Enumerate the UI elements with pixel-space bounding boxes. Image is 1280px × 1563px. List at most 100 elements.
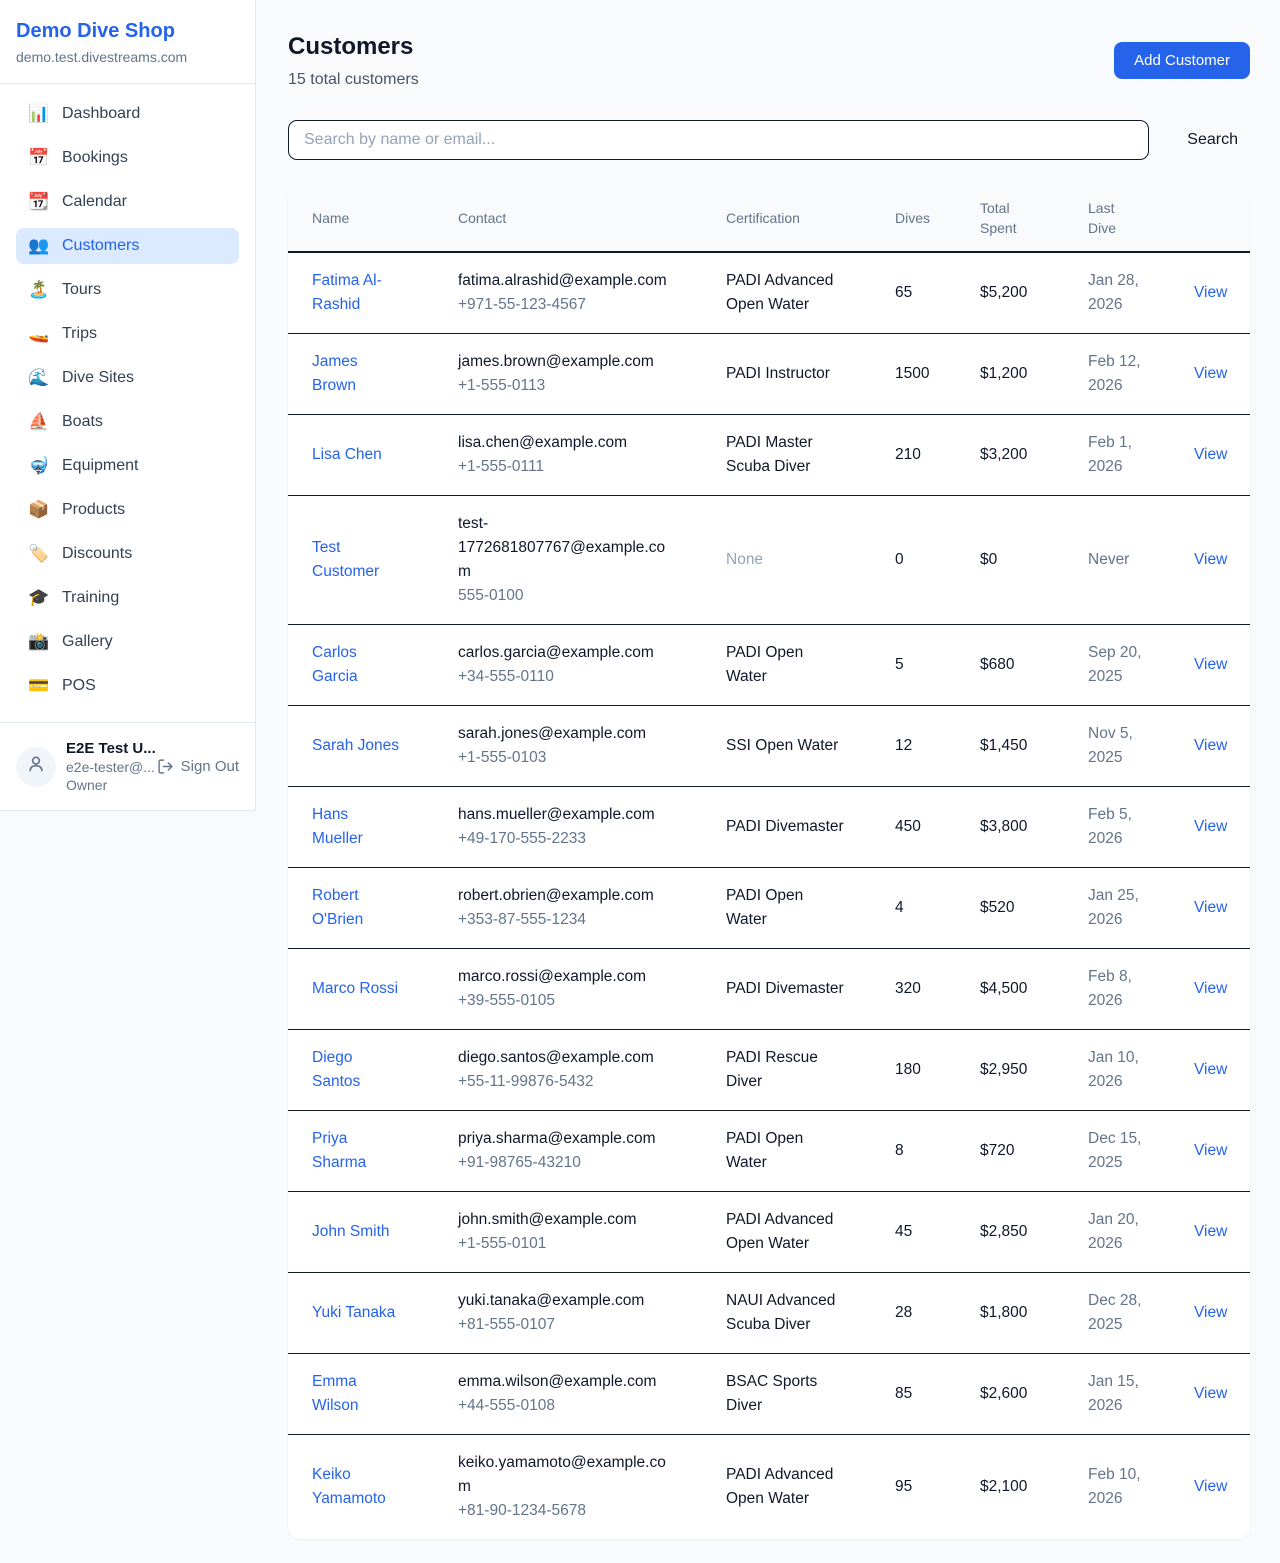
customer-name-link[interactable]: Marco Rossi (312, 977, 398, 1001)
contact-cell: john.smith@example.com+1-555-0101 (442, 1192, 710, 1273)
contact-cell: robert.obrien@example.com+353-87-555-123… (442, 868, 710, 949)
view-customer-link[interactable]: View (1194, 1223, 1227, 1240)
dives-cell: 210 (879, 415, 964, 496)
view-customer-link[interactable]: View (1194, 365, 1227, 382)
view-customer-link[interactable]: View (1194, 284, 1227, 301)
view-customer-link[interactable]: View (1194, 656, 1227, 673)
view-customer-link[interactable]: View (1194, 1385, 1227, 1402)
certification-cell: PADI Open Water (710, 868, 879, 949)
view-customer-link[interactable]: View (1194, 1304, 1227, 1321)
view-customer-link[interactable]: View (1194, 1061, 1227, 1078)
sidebar-item-label: Products (62, 500, 125, 520)
action-cell: View (1178, 415, 1250, 496)
contact-cell: carlos.garcia@example.com+34-555-0110 (442, 625, 710, 706)
customer-name-link[interactable]: Diego Santos (312, 1046, 403, 1094)
name-cell: Marco Rossi (288, 949, 442, 1030)
sidebar-item-calendar[interactable]: 📆Calendar (16, 184, 239, 220)
sidebar-item-label: POS (62, 676, 96, 696)
action-cell: View (1178, 625, 1250, 706)
customers-table: NameContactCertificationDivesTotal Spent… (288, 185, 1250, 1539)
sidebar-item-dive-sites[interactable]: 🌊Dive Sites (16, 360, 239, 396)
certification-cell: None (710, 496, 879, 625)
view-customer-link[interactable]: View (1194, 1142, 1227, 1159)
name-cell: James Brown (288, 334, 442, 415)
view-customer-link[interactable]: View (1194, 1478, 1227, 1495)
table-row: Hans Mueller hans.mueller@example.com+49-… (288, 787, 1250, 868)
sidebar-item-tours[interactable]: 🏝️Tours (16, 272, 239, 308)
contact-cell: hans.mueller@example.com+49-170-555-2233 (442, 787, 710, 868)
sidebar-item-label: Dive Sites (62, 368, 134, 388)
customer-name-link[interactable]: Robert O'Brien (312, 884, 403, 932)
name-cell: Yuki Tanaka (288, 1273, 442, 1354)
customer-certification: PADI Open Water (726, 1127, 844, 1175)
view-customer-link[interactable]: View (1194, 899, 1227, 916)
customer-email: keiko.yamamoto@example.com (458, 1451, 670, 1499)
sidebar-item-pos[interactable]: 💳POS (16, 668, 239, 704)
sidebar-item-products[interactable]: 📦Products (16, 492, 239, 528)
customer-email: diego.santos@example.com (458, 1046, 670, 1070)
view-customer-link[interactable]: View (1194, 551, 1227, 568)
customer-certification: PADI Open Water (726, 884, 844, 932)
sidebar-item-label: Discounts (62, 544, 132, 564)
sidebar-item-equipment[interactable]: 🤿Equipment (16, 448, 239, 484)
search-input[interactable] (288, 120, 1149, 160)
sidebar-item-dashboard[interactable]: 📊Dashboard (16, 96, 239, 132)
sidebar-item-bookings[interactable]: 📅Bookings (16, 140, 239, 176)
customer-name-link[interactable]: Emma Wilson (312, 1370, 403, 1418)
total-spent-cell: $2,600 (964, 1354, 1072, 1435)
action-cell: View (1178, 1111, 1250, 1192)
sidebar-item-label: Boats (62, 412, 103, 432)
view-customer-link[interactable]: View (1194, 737, 1227, 754)
column-header-name: Name (288, 185, 442, 252)
customer-name-link[interactable]: Priya Sharma (312, 1127, 403, 1175)
name-cell: Carlos Garcia (288, 625, 442, 706)
sidebar-item-trips[interactable]: 🚤 Trips (16, 316, 239, 352)
search-button[interactable]: Search (1175, 123, 1250, 157)
customer-phone: +55-11-99876-5432 (458, 1070, 694, 1094)
last-dive-cell: Dec 28, 2025 (1072, 1273, 1178, 1354)
customer-name-link[interactable]: Fatima Al-Rashid (312, 269, 403, 317)
sidebar-item-training[interactable]: 🎓 Training (16, 580, 239, 616)
dives-cell: 12 (879, 706, 964, 787)
calendar-icon: 📆 (28, 192, 50, 212)
table-row: Carlos Garcia carlos.garcia@example.com+3… (288, 625, 1250, 706)
customer-name-link[interactable]: Keiko Yamamoto (312, 1463, 403, 1511)
sidebar-item-boats[interactable]: ⛵ Boats (16, 404, 239, 440)
customer-name-link[interactable]: Test Customer (312, 536, 403, 584)
table-row: Fatima Al-Rashidfatima.alrashid@example.… (288, 252, 1250, 334)
customer-name-link[interactable]: Yuki Tanaka (312, 1301, 395, 1325)
customer-name-link[interactable]: Sarah Jones (312, 734, 399, 758)
sidebar-item-gallery[interactable]: 📸Gallery (16, 624, 239, 660)
customer-name-link[interactable]: Carlos Garcia (312, 641, 403, 689)
customer-certification: PADI Rescue Diver (726, 1046, 844, 1094)
sidebar-item-customers[interactable]: 👥Customers (16, 228, 239, 264)
view-customer-link[interactable]: View (1194, 818, 1227, 835)
customer-email: carlos.garcia@example.com (458, 641, 670, 665)
last-dive-cell: Jan 25, 2026 (1072, 868, 1178, 949)
boats-sailboat-icon: ⛵ (28, 412, 50, 432)
main-content: Customers 15 total customers Add Custome… (256, 0, 1280, 1563)
customer-email: hans.mueller@example.com (458, 803, 670, 827)
last-dive-cell: Never (1072, 496, 1178, 625)
sidebar-item-label: Training (62, 588, 119, 608)
add-customer-button[interactable]: Add Customer (1114, 42, 1250, 79)
total-spent-cell: $520 (964, 868, 1072, 949)
dives-cell: 0 (879, 496, 964, 625)
last-dive-cell: Feb 1, 2026 (1072, 415, 1178, 496)
trips-speedboat-icon: 🚤 (28, 324, 50, 344)
sign-out-button[interactable]: Sign Out (157, 758, 239, 775)
customer-name-link[interactable]: Lisa Chen (312, 443, 382, 467)
certification-cell: PADI Open Water (710, 1111, 879, 1192)
customer-name-link[interactable]: John Smith (312, 1220, 390, 1244)
view-customer-link[interactable]: View (1194, 980, 1227, 997)
sidebar-item-label: Trips (62, 324, 97, 344)
table-header-row: NameContactCertificationDivesTotal Spent… (288, 185, 1250, 252)
customer-name-link[interactable]: Hans Mueller (312, 803, 403, 851)
training-grad-cap-icon: 🎓 (28, 588, 50, 608)
last-dive-cell: Feb 8, 2026 (1072, 949, 1178, 1030)
customer-phone: +81-90-1234-5678 (458, 1499, 694, 1523)
user-name: E2E Test U... (66, 739, 147, 758)
view-customer-link[interactable]: View (1194, 446, 1227, 463)
sidebar-item-discounts[interactable]: 🏷️Discounts (16, 536, 239, 572)
customer-name-link[interactable]: James Brown (312, 350, 403, 398)
